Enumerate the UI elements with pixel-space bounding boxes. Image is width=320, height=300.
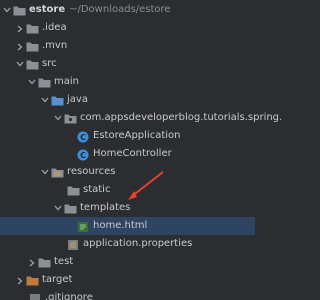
chevron-right-icon[interactable] (15, 19, 24, 37)
class-icon: C (77, 127, 90, 145)
folder-icon (26, 55, 39, 73)
tree-row-java[interactable]: java (40, 91, 88, 109)
tree-row-home-controller[interactable]: C HomeController (75, 145, 172, 163)
folder-icon (67, 181, 80, 199)
properties-file-icon (67, 235, 80, 253)
tree-row-src[interactable]: src (15, 55, 57, 73)
tree-label: application.properties (83, 238, 193, 249)
chevron-right-icon[interactable] (27, 253, 36, 271)
tree-row-home-html[interactable]: home.html (0, 217, 255, 235)
chevron-right-icon[interactable] (15, 271, 24, 289)
tree-label: src (42, 58, 57, 69)
folder-icon (38, 73, 51, 91)
tree-label: .idea (42, 22, 67, 33)
tree-label: .mvn (42, 40, 68, 51)
tree-label: templates (80, 202, 131, 213)
tree-label: home.html (93, 220, 148, 231)
tree-label: main (54, 76, 79, 87)
tree-row-target[interactable]: target (15, 271, 72, 289)
tree-row-estore-application[interactable]: C EstoreApplication (75, 127, 181, 145)
resources-folder-icon (51, 163, 64, 181)
chevron-down-icon[interactable] (27, 73, 36, 91)
chevron-down-icon[interactable] (2, 1, 11, 19)
excluded-folder-icon (26, 271, 39, 289)
chevron-down-icon[interactable] (53, 109, 62, 127)
tree-row-estore[interactable]: estore ~/Downloads/estore (2, 1, 171, 19)
tree-label: com.appsdeveloperblog.tutorials.spring. (80, 112, 283, 123)
folder-icon (38, 253, 51, 271)
tree-label: static (83, 184, 111, 195)
tree-label: resources (67, 166, 116, 177)
tree-label: .gitignore (45, 292, 93, 300)
tree-label: target (42, 274, 73, 285)
folder-icon (26, 19, 39, 37)
chevron-down-icon[interactable] (53, 199, 62, 217)
html-file-icon (77, 217, 90, 235)
tree-row-resources[interactable]: resources (40, 163, 115, 181)
folder-icon (26, 37, 39, 55)
tree-row-gitignore[interactable]: .gitignore (27, 289, 93, 300)
project-name: estore (29, 4, 66, 15)
folder-icon (13, 1, 26, 19)
svg-text:C: C (80, 133, 86, 142)
tree-label: test (54, 256, 74, 267)
tree-row-package[interactable]: com.appsdeveloperblog.tutorials.spring. (53, 109, 282, 127)
chevron-down-icon[interactable] (40, 91, 49, 109)
gitignore-file-icon (29, 289, 42, 300)
tree-row-static[interactable]: static (65, 181, 110, 199)
tree-row-idea[interactable]: .idea (15, 19, 67, 37)
tree-row-main[interactable]: main (27, 73, 79, 91)
svg-text:C: C (80, 151, 86, 160)
tree-label: EstoreApplication (93, 130, 181, 141)
tree-label: HomeController (93, 148, 172, 159)
chevron-right-icon[interactable] (15, 37, 24, 55)
project-tree: estore ~/Downloads/estore .idea .mvn src … (0, 0, 282, 300)
class-icon: C (77, 145, 90, 163)
tree-row-mvn[interactable]: .mvn (15, 37, 67, 55)
package-icon (64, 109, 77, 127)
tree-row-application-properties[interactable]: application.properties (65, 235, 192, 253)
source-folder-icon (51, 91, 64, 109)
chevron-down-icon[interactable] (40, 163, 49, 181)
tree-label: java (67, 94, 88, 105)
chevron-down-icon[interactable] (15, 55, 24, 73)
folder-icon (64, 199, 77, 217)
tree-row-templates[interactable]: templates (53, 199, 130, 217)
project-path: ~/Downloads/estore (69, 4, 171, 15)
tree-row-test[interactable]: test (27, 253, 73, 271)
